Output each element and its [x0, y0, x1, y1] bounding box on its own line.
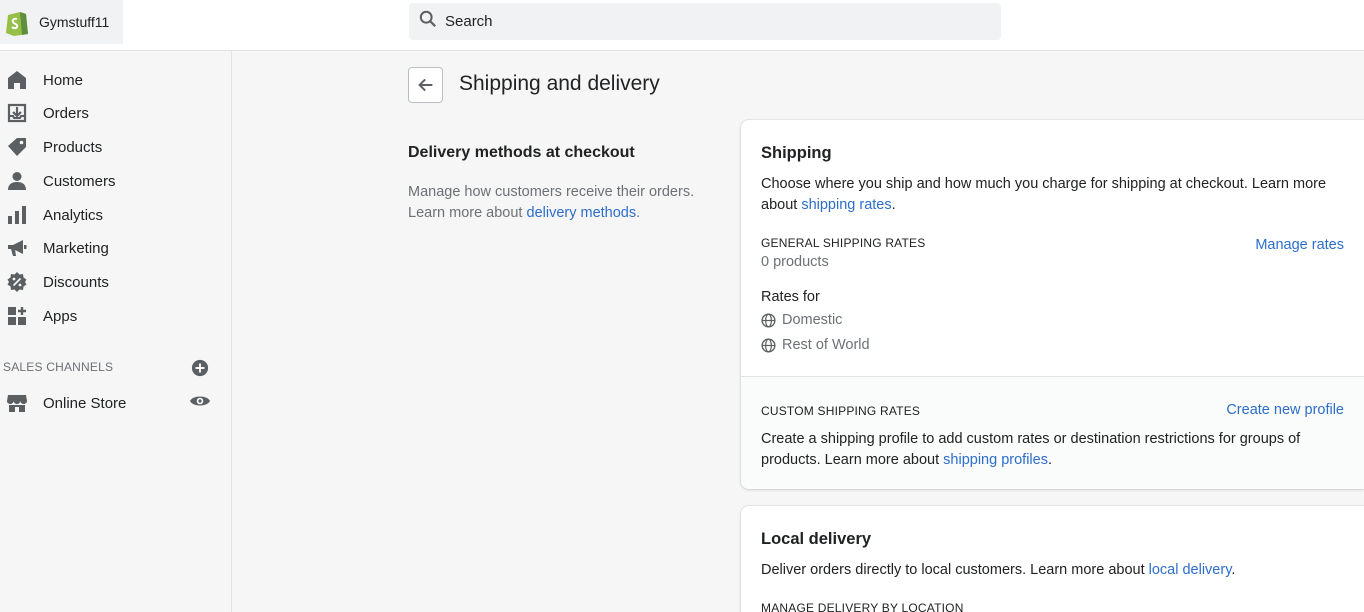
card-title: Local delivery — [761, 530, 872, 548]
local-delivery-link[interactable]: local delivery — [1149, 562, 1232, 578]
sales-channels-header: SALES CHANNELS — [3, 360, 114, 374]
manage-rates-link[interactable]: Manage rates — [1255, 237, 1344, 253]
shipping-rates-link[interactable]: shipping rates — [801, 197, 891, 213]
product-count: 0 products — [761, 254, 829, 270]
sidebar-item-apps[interactable]: Apps — [0, 300, 231, 332]
sidebar-item-customers[interactable]: Customers — [0, 165, 231, 197]
tag-icon — [6, 136, 28, 158]
sidebar-item-label: Analytics — [43, 206, 104, 224]
orders-icon — [6, 102, 28, 124]
manage-delivery-header: MANAGE DELIVERY BY LOCATION — [761, 601, 964, 612]
section-description: Manage how customers receive their order… — [408, 184, 695, 221]
delivery-methods-link[interactable]: delivery methods — [527, 205, 637, 221]
create-new-profile-link[interactable]: Create new profile — [1226, 402, 1344, 418]
sidebar-item-label: Marketing — [43, 239, 109, 257]
apps-icon — [6, 305, 28, 327]
card-title: Shipping — [761, 144, 832, 162]
search-icon — [419, 10, 437, 33]
zone-domestic: Domestic — [761, 312, 842, 328]
page-title: Shipping and delivery — [459, 72, 660, 95]
globe-icon — [761, 312, 777, 328]
sidebar: Home Orders Products Customers Analytics… — [0, 51, 232, 612]
bar-chart-icon — [6, 204, 28, 226]
plus-circle-icon — [191, 359, 209, 377]
globe-icon — [761, 337, 777, 353]
sidebar-item-marketing[interactable]: Marketing — [0, 232, 231, 264]
back-button[interactable] — [408, 67, 443, 103]
top-bar: Gymstuff11 — [0, 0, 1364, 51]
sidebar-item-label: Home — [43, 71, 84, 89]
shipping-profiles-link[interactable]: shipping profiles — [943, 452, 1048, 468]
store-icon — [6, 392, 28, 414]
person-icon — [6, 170, 28, 192]
search-input[interactable] — [445, 13, 985, 30]
sidebar-item-label: Orders — [43, 104, 89, 122]
sidebar-item-label: Customers — [43, 172, 116, 190]
home-icon — [6, 69, 28, 91]
sidebar-item-label: Online Store — [43, 394, 127, 412]
shopify-logo-icon — [3, 7, 31, 37]
card-description: Choose where you ship and how much you c… — [761, 176, 1327, 213]
rates-for-label: Rates for — [761, 289, 820, 305]
arrow-left-icon — [417, 78, 432, 92]
zone-rest-of-world: Rest of World — [761, 337, 870, 353]
sidebar-item-orders[interactable]: Orders — [0, 97, 231, 129]
sidebar-item-label: Apps — [43, 307, 78, 325]
megaphone-icon — [6, 237, 28, 259]
store-switcher[interactable]: Gymstuff11 — [0, 0, 123, 44]
sidebar-item-label: Discounts — [43, 273, 109, 291]
card-description: Deliver orders directly to local custome… — [761, 562, 1236, 578]
store-name: Gymstuff11 — [39, 14, 110, 30]
view-online-store-button[interactable] — [190, 392, 210, 410]
search-bar[interactable] — [409, 3, 1001, 40]
general-rates-header: GENERAL SHIPPING RATES — [761, 236, 926, 250]
shipping-card: Shipping Choose where you ship and how m… — [741, 120, 1364, 489]
sidebar-item-discounts[interactable]: Discounts — [0, 266, 231, 298]
sidebar-item-analytics[interactable]: Analytics — [0, 199, 231, 231]
sidebar-item-label: Products — [43, 138, 103, 156]
custom-rates-header: CUSTOM SHIPPING RATES — [761, 404, 921, 418]
sidebar-item-products[interactable]: Products — [0, 131, 231, 163]
eye-icon — [190, 396, 210, 406]
sidebar-item-home[interactable]: Home — [0, 64, 231, 96]
section-title: Delivery methods at checkout — [408, 144, 635, 161]
custom-rates-description: Create a shipping profile to add custom … — [761, 431, 1301, 468]
local-delivery-card: Local delivery Deliver orders directly t… — [741, 506, 1364, 612]
discount-icon — [6, 271, 28, 293]
custom-rates-section: CUSTOM SHIPPING RATES Create new profile… — [741, 376, 1364, 489]
add-sales-channel-button[interactable] — [191, 359, 209, 377]
